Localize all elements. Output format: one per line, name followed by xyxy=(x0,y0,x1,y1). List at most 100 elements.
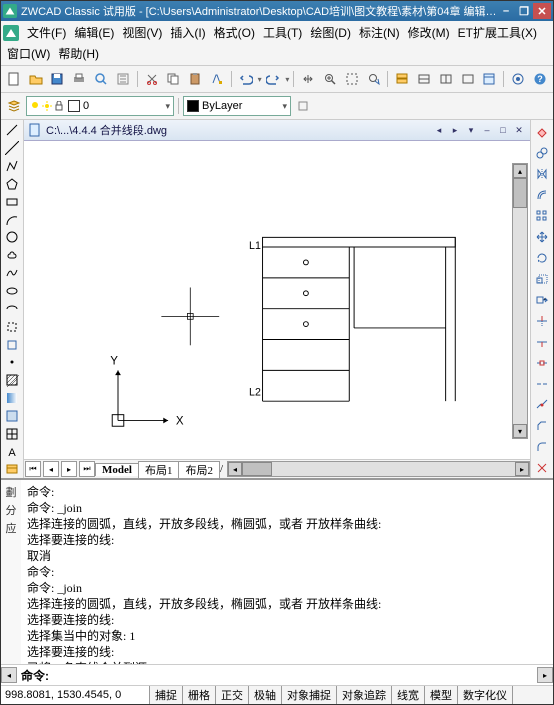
coords-display[interactable]: 998.8081, 1530.4545, 0 xyxy=(1,686,150,704)
command-log[interactable]: 命令: 命令: _join 选择连接的圆弧，直线，开放多段线，椭圆弧，或者 开放… xyxy=(21,480,553,664)
menu-view[interactable]: 视图(V) xyxy=(118,22,166,43)
copy-button[interactable] xyxy=(163,69,183,89)
scale-button[interactable] xyxy=(532,269,552,289)
scroll-up-icon[interactable]: ▴ xyxy=(513,164,527,178)
point-button[interactable] xyxy=(2,354,22,371)
cmd-scroll-left[interactable]: ◂ xyxy=(1,667,17,683)
menu-draw[interactable]: 绘图(D) xyxy=(306,22,355,43)
tab-model[interactable]: Model xyxy=(95,463,139,476)
spline-button[interactable] xyxy=(2,265,22,282)
menu-edit[interactable]: 编辑(E) xyxy=(70,22,118,43)
scroll-thumb[interactable] xyxy=(513,178,527,208)
table2-button[interactable] xyxy=(2,461,22,478)
tab-last-button[interactable]: ⏭ xyxy=(79,461,95,477)
xline-button[interactable] xyxy=(2,140,22,157)
menu-window[interactable]: 窗口(W) xyxy=(3,43,54,64)
open-button[interactable] xyxy=(26,69,46,89)
menu-help[interactable]: 帮助(H) xyxy=(54,43,103,64)
chamfer-button[interactable] xyxy=(532,416,552,436)
menu-et[interactable]: ET扩展工具(X) xyxy=(454,22,541,43)
doc-maximize[interactable]: □ xyxy=(496,124,510,136)
zoom-realtime-button[interactable] xyxy=(320,69,340,89)
new-button[interactable] xyxy=(4,69,24,89)
menu-modify[interactable]: 修改(M) xyxy=(404,22,454,43)
zoom-prev-button[interactable] xyxy=(364,69,384,89)
otrack-toggle[interactable]: 对象追踪 xyxy=(337,686,392,704)
undo-dropdown[interactable]: ▾ xyxy=(258,75,262,84)
tab-next-button[interactable]: ▸ xyxy=(61,461,77,477)
cut-button[interactable] xyxy=(142,69,162,89)
rectangle-button[interactable] xyxy=(2,193,22,210)
break-button[interactable] xyxy=(532,353,552,373)
tab-prev-button[interactable]: ◂ xyxy=(43,461,59,477)
layer-combo[interactable]: 0 ▾ xyxy=(26,96,174,116)
menu-tools[interactable]: 工具(T) xyxy=(259,22,306,43)
save-button[interactable] xyxy=(48,69,68,89)
pline-button[interactable] xyxy=(2,158,22,175)
scroll-left-icon[interactable]: ◂ xyxy=(228,462,242,476)
polygon-button[interactable] xyxy=(2,176,22,193)
model-toggle[interactable]: 模型 xyxy=(425,686,458,704)
layer-manager-button[interactable] xyxy=(4,96,24,116)
undo-button[interactable] xyxy=(236,69,256,89)
color-combo[interactable]: ByLayer ▾ xyxy=(183,96,291,116)
copy-obj-button[interactable] xyxy=(532,143,552,163)
rotate-button[interactable] xyxy=(532,248,552,268)
scroll-down-icon[interactable]: ▾ xyxy=(513,424,527,438)
publish-button[interactable] xyxy=(113,69,133,89)
region-button[interactable] xyxy=(2,408,22,425)
zoom-window-button[interactable] xyxy=(342,69,362,89)
cmd-scroll-right[interactable]: ▸ xyxy=(537,667,553,683)
offset-button[interactable] xyxy=(532,185,552,205)
minimize-button[interactable]: – xyxy=(497,3,515,19)
scroll-right-icon[interactable]: ▸ xyxy=(515,462,529,476)
scroll-thumb[interactable] xyxy=(242,462,272,476)
join-button[interactable] xyxy=(532,395,552,415)
arc-button[interactable] xyxy=(2,211,22,228)
break2-button[interactable] xyxy=(532,374,552,394)
gradient-button[interactable] xyxy=(2,390,22,407)
prop-extra-button[interactable] xyxy=(293,96,313,116)
doc-minimize[interactable]: – xyxy=(480,124,494,136)
doc-nav-left[interactable]: ◂ xyxy=(432,124,446,136)
help-button[interactable]: ? xyxy=(530,69,550,89)
ellipsearc-button[interactable] xyxy=(2,300,22,317)
properties-button[interactable] xyxy=(480,69,500,89)
polar-toggle[interactable]: 极轴 xyxy=(249,686,282,704)
paste-button[interactable] xyxy=(185,69,205,89)
dyn-toggle[interactable]: 数字化仪 xyxy=(458,686,513,704)
layers-b3-icon[interactable] xyxy=(458,69,478,89)
print-button[interactable] xyxy=(69,69,89,89)
extend-button[interactable] xyxy=(532,332,552,352)
block-button[interactable] xyxy=(2,336,22,353)
pan-button[interactable] xyxy=(298,69,318,89)
erase-button[interactable] xyxy=(532,122,552,142)
tab-layout2[interactable]: 布局2 xyxy=(178,461,220,478)
move-button[interactable] xyxy=(532,227,552,247)
trim-button[interactable] xyxy=(532,311,552,331)
designcenter-icon[interactable] xyxy=(508,69,528,89)
ellipse-button[interactable] xyxy=(2,283,22,300)
fillet-button[interactable] xyxy=(532,437,552,457)
ortho-toggle[interactable]: 正交 xyxy=(216,686,249,704)
menu-file[interactable]: 文件(F) xyxy=(23,22,70,43)
menu-annotate[interactable]: 标注(N) xyxy=(355,22,404,43)
drawing-canvas[interactable]: X Y xyxy=(24,141,530,459)
canvas-hscroll[interactable]: ◂ ▸ xyxy=(227,461,530,477)
grid-toggle[interactable]: 栅格 xyxy=(183,686,216,704)
mtext-button[interactable]: A xyxy=(2,443,22,460)
tab-first-button[interactable]: ⏮ xyxy=(25,461,41,477)
tab-layout1[interactable]: 布局1 xyxy=(138,461,180,478)
snap-toggle[interactable]: 捕捉 xyxy=(150,686,183,704)
line-button[interactable] xyxy=(2,122,22,139)
mirror-button[interactable] xyxy=(532,164,552,184)
redo-dropdown[interactable]: ▾ xyxy=(285,75,289,84)
array-button[interactable] xyxy=(532,206,552,226)
layers-b1-icon[interactable] xyxy=(414,69,434,89)
doc-close[interactable]: ✕ xyxy=(512,124,526,136)
maximize-button[interactable]: ❐ xyxy=(515,3,533,19)
canvas-vscroll[interactable]: ▴ ▾ xyxy=(512,163,528,439)
preview-button[interactable] xyxy=(91,69,111,89)
table-button[interactable] xyxy=(2,425,22,442)
insert-button[interactable] xyxy=(2,318,22,335)
